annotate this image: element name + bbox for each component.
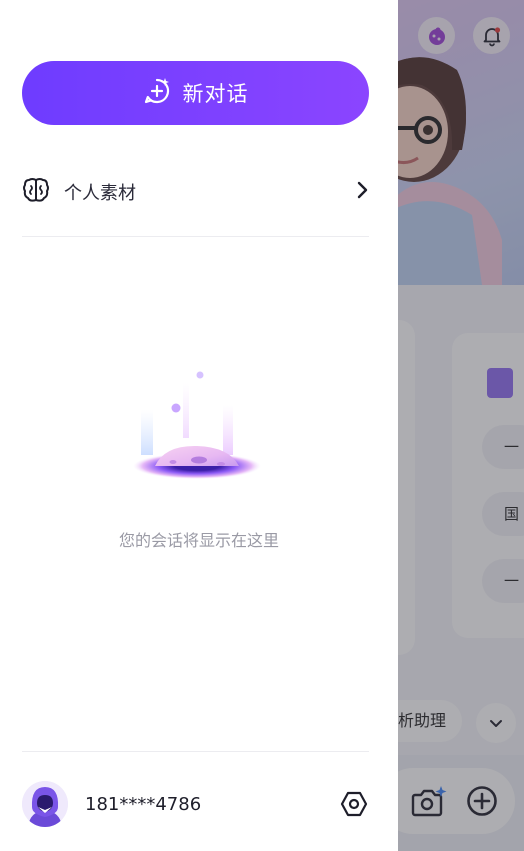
chevron-right-icon: [355, 181, 369, 203]
new-chat-button[interactable]: 新对话: [22, 61, 369, 125]
user-profile-row[interactable]: 181****4786: [22, 780, 369, 828]
brain-icon: [22, 177, 50, 207]
avatar[interactable]: [22, 781, 68, 827]
user-phone: 181****4786: [85, 793, 202, 815]
side-drawer: 新对话 个人素材 您的会话将显示在这里 181****4786: [0, 0, 398, 851]
hexagon-settings-icon[interactable]: [339, 789, 369, 819]
divider: [22, 751, 369, 752]
divider: [22, 236, 369, 237]
personal-materials-label: 个人素材: [64, 183, 136, 204]
chat-sparkle-icon: [143, 77, 171, 109]
empty-state-illustration: [133, 371, 261, 479]
new-chat-label: 新对话: [182, 82, 249, 106]
empty-state-text: 您的会话将显示在这里: [118, 531, 279, 550]
personal-materials-item[interactable]: 个人素材: [22, 168, 369, 216]
